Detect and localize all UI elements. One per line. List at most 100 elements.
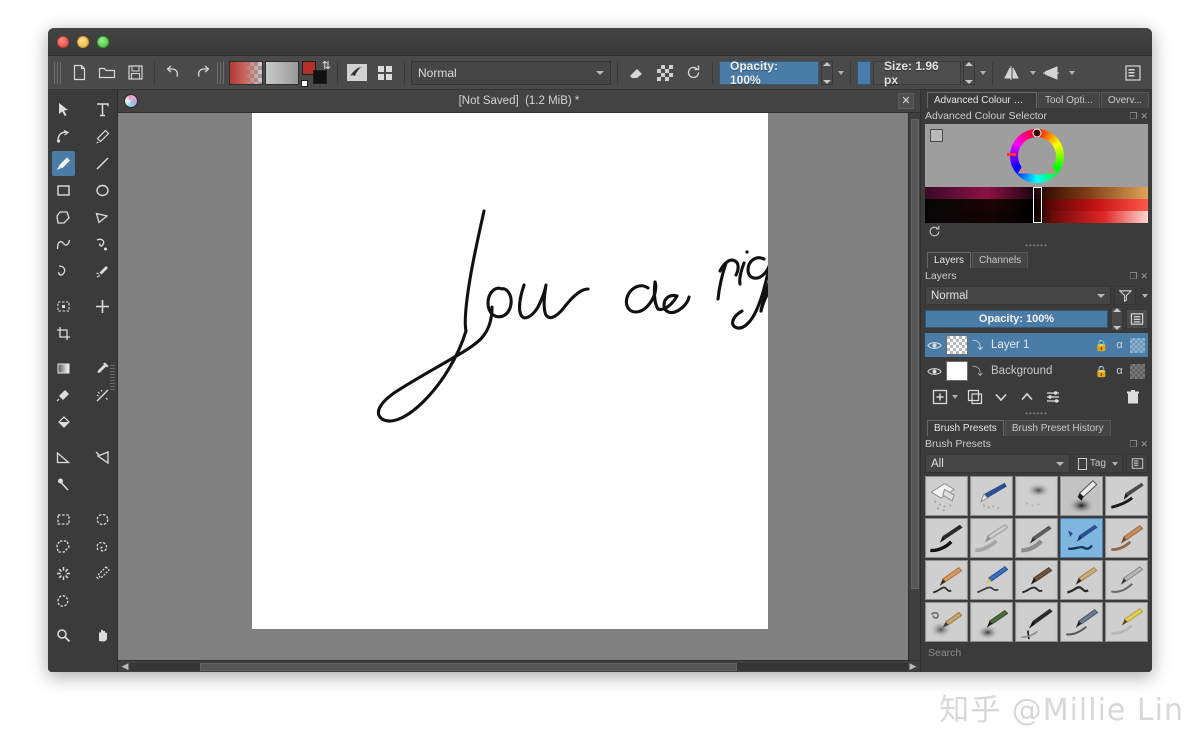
- color-history-reset-icon[interactable]: [925, 223, 1148, 239]
- layer-settings-icon[interactable]: [1044, 388, 1062, 406]
- dynamic-brush-tool[interactable]: [52, 259, 75, 284]
- tab-overview[interactable]: Overv...: [1100, 92, 1150, 108]
- new-document-icon[interactable]: [66, 60, 92, 86]
- toolbar-drag-handle[interactable]: [54, 61, 61, 84]
- close-layers-panel-icon[interactable]: ✕: [1140, 271, 1148, 282]
- preserve-alpha-icon[interactable]: [652, 60, 678, 86]
- edit-shapes-tool[interactable]: [52, 124, 75, 149]
- reset-brush-icon[interactable]: [680, 60, 706, 86]
- selector-settings-icon[interactable]: [930, 129, 943, 142]
- open-document-icon[interactable]: [94, 60, 120, 86]
- layer-opacity-stepper[interactable]: [1111, 307, 1123, 331]
- gradient-tool[interactable]: [52, 356, 75, 381]
- close-panel-icon[interactable]: ✕: [1140, 111, 1148, 122]
- freehand-path-tool[interactable]: [91, 232, 114, 257]
- measure-tool[interactable]: [52, 445, 75, 470]
- elliptical-selection-tool[interactable]: [91, 507, 114, 532]
- tab-brush-presets[interactable]: Brush Presets: [927, 420, 1004, 436]
- close-brush-panel-icon[interactable]: ✕: [1140, 439, 1148, 450]
- layer-row-background[interactable]: ⤵ Background 🔒 α: [925, 359, 1148, 383]
- scroll-right-arrow-icon[interactable]: ▶: [908, 661, 918, 672]
- scroll-left-arrow-icon[interactable]: ◀: [120, 661, 130, 672]
- ellipse-tool[interactable]: [91, 178, 114, 203]
- brush-preset-pencil-brown[interactable]: [1015, 560, 1058, 600]
- brush-preset-pencil-tan[interactable]: [1060, 560, 1103, 600]
- add-tag-button[interactable]: Tag: [1072, 454, 1123, 473]
- move-tool[interactable]: [91, 294, 114, 319]
- layer-visibility-icon[interactable]: [927, 338, 942, 353]
- brush-preset-ink-pen-fine[interactable]: [1015, 602, 1058, 642]
- bezier-selection-tool[interactable]: [52, 588, 75, 613]
- workspace-chooser-icon[interactable]: [1120, 60, 1146, 86]
- panel-splitter-2[interactable]: ••••••: [921, 409, 1152, 418]
- layer-filter-chevron-icon[interactable]: [1142, 293, 1148, 298]
- crop-tool[interactable]: [52, 321, 75, 346]
- mirror-v-chevron-icon[interactable]: [1069, 70, 1075, 75]
- transform-tool[interactable]: [52, 294, 75, 319]
- move-layer-up-icon[interactable]: [1018, 388, 1036, 406]
- float-brush-panel-icon[interactable]: ❐: [1129, 439, 1137, 450]
- brush-preset-airbrush-soft[interactable]: [1015, 476, 1058, 516]
- tab-brush-preset-history[interactable]: Brush Preset History: [1004, 420, 1111, 436]
- layer-alpha-icon[interactable]: α: [1112, 338, 1127, 353]
- rectangular-selection-tool[interactable]: [52, 507, 75, 532]
- text-tool[interactable]: [91, 97, 114, 122]
- saturation-value-triangle[interactable]: [1017, 140, 1056, 174]
- calligraphy-tool[interactable]: [91, 124, 114, 149]
- vscroll-thumb[interactable]: [911, 119, 919, 590]
- opacity-stepper[interactable]: [821, 60, 833, 85]
- bezier-curve-tool[interactable]: [52, 232, 75, 257]
- brush-preset-eraser-soft[interactable]: [925, 476, 968, 516]
- shade-selector-strips[interactable]: [925, 187, 1148, 223]
- brush-presets-icon[interactable]: [372, 60, 398, 86]
- rectangle-tool[interactable]: [52, 178, 75, 203]
- pan-tool[interactable]: [91, 623, 114, 648]
- polyline-tool[interactable]: [91, 205, 114, 230]
- tab-layers[interactable]: Layers: [927, 252, 972, 268]
- hue-wheel[interactable]: [1006, 128, 1064, 183]
- mirror-horizontal-icon[interactable]: [999, 60, 1025, 86]
- brush-preset-highlighter-yellow[interactable]: [1105, 602, 1148, 642]
- freehand-brush-tool[interactable]: [52, 151, 75, 176]
- brush-preset-pencil-green[interactable]: [970, 602, 1013, 642]
- brush-size-field[interactable]: Size: 1.96 px: [873, 59, 961, 87]
- opacity-slider[interactable]: Opacity: 100%: [719, 59, 819, 87]
- brush-preset-pencil-blue[interactable]: [970, 560, 1013, 600]
- layer-lock-icon[interactable]: 🔒: [1094, 364, 1109, 379]
- image-canvas[interactable]: [252, 113, 768, 629]
- float-layers-panel-icon[interactable]: ❐: [1129, 271, 1137, 282]
- gradient-preview-swatch[interactable]: [229, 60, 263, 85]
- mirror-h-chevron-icon[interactable]: [1030, 70, 1036, 75]
- layer-inherit-alpha-icon[interactable]: ⤵: [972, 337, 983, 353]
- window-minimize-button[interactable]: [77, 35, 89, 48]
- brush-preset-marker-dark[interactable]: [1060, 476, 1103, 516]
- colorize-mask-tool[interactable]: [52, 383, 75, 408]
- mirror-vertical-icon[interactable]: [1038, 60, 1064, 86]
- brush-tag-filter-select[interactable]: All: [925, 454, 1070, 473]
- reset-colors-icon[interactable]: [301, 79, 308, 87]
- tab-advanced-colour-selector[interactable]: Advanced Colour Sele...: [927, 92, 1037, 108]
- brush-preset-ink-pen-black[interactable]: [925, 518, 968, 558]
- pattern-preview-swatch[interactable]: [265, 60, 299, 85]
- layer-alpha-icon[interactable]: α: [1112, 364, 1127, 379]
- redo-icon[interactable]: [189, 60, 215, 86]
- brush-preset-pencil-silver[interactable]: [970, 518, 1013, 558]
- toolbar-group-handle[interactable]: [217, 61, 224, 84]
- brush-preset-basic-5-size[interactable]: [1060, 518, 1103, 558]
- panel-splitter-1[interactable]: ••••••: [921, 241, 1152, 250]
- brush-preset-pencil-copper[interactable]: [1105, 518, 1148, 558]
- shape-select-tool[interactable]: [52, 97, 75, 122]
- multibrush-tool[interactable]: [91, 259, 114, 284]
- canvas-vertical-scrollbar[interactable]: [908, 113, 920, 660]
- hue-cursor[interactable]: [1032, 128, 1041, 138]
- size-options-chevron-icon[interactable]: [980, 70, 986, 75]
- reference-images-tool[interactable]: [91, 445, 114, 470]
- add-layer-icon[interactable]: [931, 388, 949, 406]
- fill-tool[interactable]: [52, 410, 75, 435]
- blending-mode-select[interactable]: Normal: [411, 60, 611, 85]
- duplicate-layer-icon[interactable]: [966, 388, 984, 406]
- layer-alpha-lock-icon[interactable]: [1130, 363, 1145, 379]
- assistant-tool[interactable]: [52, 472, 75, 497]
- delete-layer-icon[interactable]: [1124, 388, 1142, 406]
- canvas-viewport[interactable]: [118, 113, 920, 660]
